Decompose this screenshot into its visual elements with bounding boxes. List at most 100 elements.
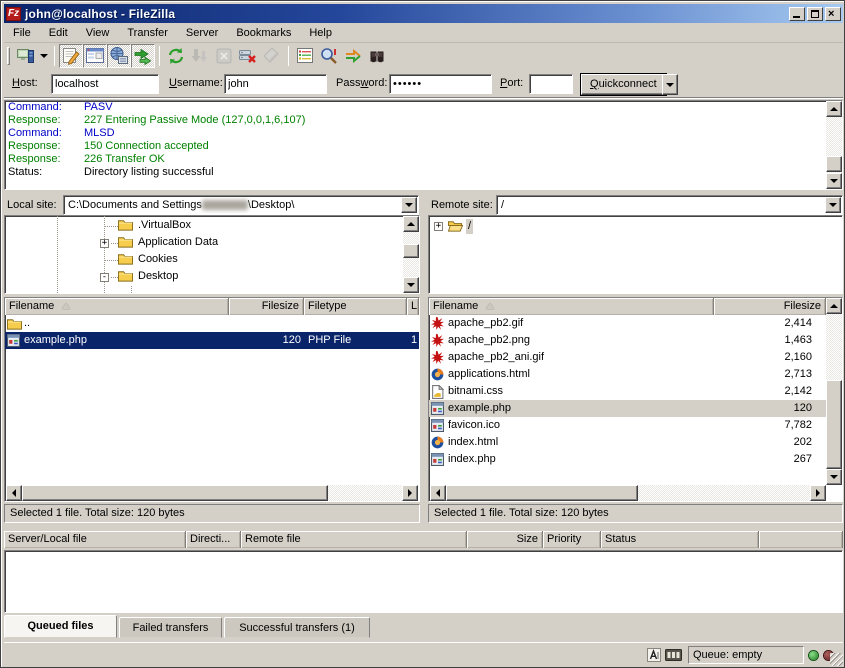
remote-site-dropdown[interactable] — [825, 197, 841, 213]
column-header-filename[interactable]: Filename — [5, 298, 229, 315]
tree-item-root[interactable]: / — [466, 219, 473, 234]
log-scroll-down-button[interactable] — [826, 173, 842, 189]
arrow-left-icon — [436, 489, 440, 497]
folder-icon — [7, 317, 22, 330]
file-row-parent-dir[interactable]: .. — [5, 315, 419, 332]
remote-site-path: / — [501, 199, 504, 211]
menu-help[interactable]: Help — [300, 24, 341, 42]
local-tree-scroll-thumb[interactable] — [403, 244, 419, 258]
file-row[interactable]: applications.html2,713 — [429, 366, 826, 383]
username-input[interactable] — [224, 74, 327, 94]
quickconnect-dropdown[interactable] — [662, 74, 678, 95]
log-scroll-thumb[interactable] — [826, 156, 842, 172]
transfer-queue-list[interactable] — [4, 550, 843, 613]
remote-list-hscroll-thumb[interactable] — [446, 485, 638, 501]
remote-list-scroll-up-button[interactable] — [826, 298, 842, 314]
arrow-down-icon — [407, 283, 415, 287]
column-header-remote-file[interactable]: Remote file — [241, 531, 467, 548]
menu-transfer[interactable]: Transfer — [118, 24, 177, 42]
tab-failed-transfers[interactable]: Failed transfers — [119, 617, 222, 638]
remote-list-vscroll-thumb[interactable] — [826, 380, 842, 469]
site-manager-dropdown[interactable] — [38, 44, 50, 68]
tab-queued-files[interactable]: Queued files — [4, 615, 117, 638]
remote-list-scroll-down-button[interactable] — [826, 469, 842, 485]
menu-file[interactable]: File — [4, 24, 40, 42]
local-tree-scroll-up-button[interactable] — [403, 216, 419, 232]
directory-comparison-button[interactable] — [317, 44, 341, 68]
ascii-data-type-icon[interactable] — [647, 648, 661, 662]
file-row[interactable]: apache_pb2.png1,463 — [429, 332, 826, 349]
toggle-remote-tree-button[interactable] — [107, 44, 131, 68]
local-list-scroll-right-button[interactable] — [402, 485, 418, 501]
speed-limit-icon[interactable] — [665, 649, 682, 661]
column-header-direction[interactable]: Directi... — [186, 531, 241, 548]
menu-server[interactable]: Server — [177, 24, 227, 42]
file-row[interactable]: apache_pb2_ani.gif2,160 — [429, 349, 826, 366]
collapse-icon[interactable]: - — [100, 273, 109, 282]
file-row-selected[interactable]: example.php120 — [429, 400, 826, 417]
quickconnect-button[interactable]: Quickconnect — [581, 74, 666, 95]
toggle-local-tree-icon — [85, 46, 105, 66]
column-header-server-local-file[interactable]: Server/Local file — [4, 531, 186, 548]
toolbar-grip[interactable] — [7, 47, 10, 65]
tree-item-desktop[interactable]: Desktop — [136, 269, 180, 284]
remote-list-scroll-right-button[interactable] — [810, 485, 826, 501]
synchronized-browsing-button[interactable] — [341, 44, 365, 68]
local-tree-scroll-down-button[interactable] — [403, 277, 419, 293]
local-list-hscroll-thumb[interactable] — [22, 485, 328, 501]
menu-bookmarks[interactable]: Bookmarks — [227, 24, 300, 42]
column-header-filesize[interactable]: Filesize — [714, 298, 826, 315]
remote-site-combobox[interactable]: / — [496, 195, 843, 215]
minimize-button[interactable] — [789, 7, 805, 21]
column-header-filetype[interactable]: Filetype — [304, 298, 407, 315]
disconnect-button[interactable] — [236, 44, 260, 68]
close-button[interactable]: × — [825, 7, 841, 21]
file-row[interactable]: apache_pb2.gif2,414 — [429, 315, 826, 332]
find-files-button[interactable] — [365, 44, 389, 68]
refresh-button[interactable] — [164, 44, 188, 68]
column-header-status[interactable]: Status — [601, 531, 759, 548]
log-line: Response:227 Entering Passive Mode (127,… — [5, 114, 842, 127]
tree-item-virtualbox[interactable]: .VirtualBox — [136, 218, 193, 233]
column-header-size[interactable]: Size — [467, 531, 543, 548]
resize-grip[interactable] — [830, 653, 843, 666]
html-file-icon — [431, 436, 444, 449]
toggle-transfer-queue-button[interactable] — [131, 44, 155, 68]
expand-icon[interactable]: + — [100, 239, 109, 248]
column-header-lastmodified[interactable]: L — [407, 298, 419, 315]
menu-edit[interactable]: Edit — [40, 24, 77, 42]
maximize-button[interactable] — [807, 7, 823, 21]
tab-successful-transfers[interactable]: Successful transfers (1) — [224, 617, 370, 638]
file-row-example-php[interactable]: example.php 120 PHP File 1 — [5, 332, 419, 349]
filezilla-window: Fz john@localhost - FileZilla × File Edi… — [0, 0, 845, 668]
log-scroll-up-button[interactable] — [826, 101, 842, 117]
column-header-priority[interactable]: Priority — [543, 531, 601, 548]
tree-guide — [104, 226, 118, 227]
title-bar[interactable]: Fz john@localhost - FileZilla × — [4, 4, 843, 23]
local-site-combobox[interactable]: C:\Documents and Settings\Desktop\ — [63, 195, 419, 215]
directory-filter-button[interactable] — [293, 44, 317, 68]
tree-item-cookies[interactable]: Cookies — [136, 252, 180, 267]
local-site-dropdown[interactable] — [401, 197, 417, 213]
password-input[interactable] — [389, 74, 492, 94]
column-header-filename[interactable]: Filename — [429, 298, 714, 315]
toggle-message-log-button[interactable] — [59, 44, 83, 68]
tree-item-application-data[interactable]: Application Data — [136, 235, 220, 250]
site-manager-button[interactable] — [14, 44, 38, 68]
port-input[interactable] — [529, 74, 573, 94]
arrow-down-icon — [830, 179, 838, 183]
file-row[interactable]: index.html202 — [429, 434, 826, 451]
local-list-scroll-left-button[interactable] — [6, 485, 22, 501]
file-row[interactable]: bitnami.css2,142 — [429, 383, 826, 400]
remote-list-scroll-left-button[interactable] — [430, 485, 446, 501]
file-row[interactable]: index.php267 — [429, 451, 826, 468]
menu-view[interactable]: View — [77, 24, 119, 42]
toggle-local-tree-button[interactable] — [83, 44, 107, 68]
host-input[interactable] — [51, 74, 159, 94]
column-header-empty — [759, 531, 843, 548]
expand-icon[interactable]: + — [434, 222, 443, 231]
file-row[interactable]: favicon.ico7,782 — [429, 417, 826, 434]
column-header-filesize[interactable]: Filesize — [229, 298, 304, 315]
folder-icon — [118, 252, 133, 265]
queue-header: Server/Local file Directi... Remote file… — [4, 531, 843, 548]
